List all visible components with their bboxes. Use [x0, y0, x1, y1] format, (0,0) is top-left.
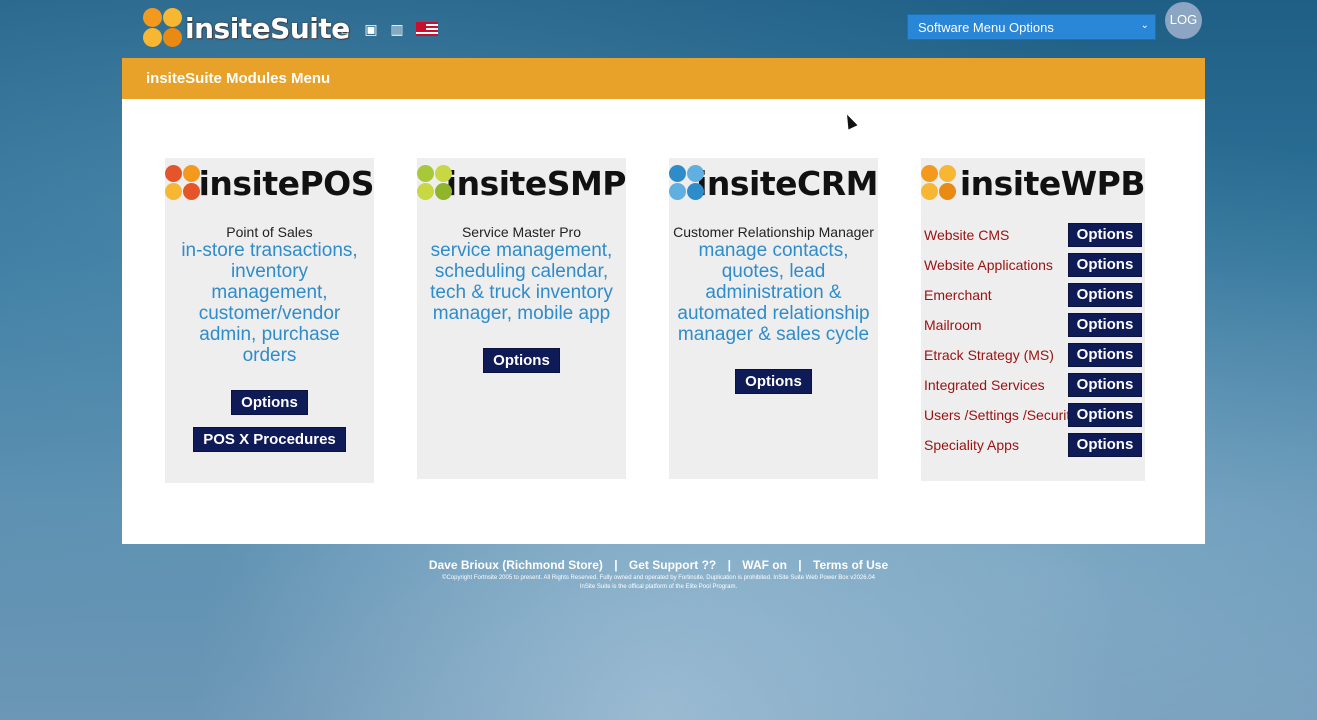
footer-waf-status[interactable]: WAF on — [742, 558, 787, 572]
footer-user-store[interactable]: Dave Brioux (Richmond Store) — [429, 558, 603, 572]
modules-panel: insiteSuite Modules Menu insitePOS Point… — [122, 58, 1205, 544]
home-icon[interactable]: ⌂ — [338, 22, 352, 36]
crm-description: manage contacts, quotes, lead administra… — [677, 240, 870, 345]
wpb-options-button[interactable]: Options — [1068, 283, 1142, 307]
wpb-options-button[interactable]: Options — [1068, 253, 1142, 277]
pos-description: in-store transactions, inventory managem… — [181, 240, 358, 366]
software-menu-select[interactable]: Software Menu Options ⌄ — [907, 14, 1156, 40]
panel-title: insiteSuite Modules Menu — [122, 58, 1205, 99]
wpb-item-label: Etrack Strategy (MS) — [924, 347, 1054, 363]
footer-platform-note: InSite Suite is the offical platform of … — [579, 584, 738, 590]
wpb-row: Mailroom Options — [921, 313, 1145, 337]
module-card-pos: insitePOS Point of Sales in-store transa… — [165, 158, 375, 483]
footer-separator: | — [727, 558, 731, 572]
wpb-row: Emerchant Options — [921, 283, 1145, 307]
footer-separator: | — [614, 558, 618, 572]
smp-petal-icon — [417, 165, 452, 201]
footer-copyright: ©Copyright Fortnsite 2005 to present. Al… — [442, 575, 875, 581]
smp-logo: insiteSMP — [417, 163, 627, 203]
module-card-wpb: insiteWPB Website CMS Options Website Ap… — [921, 158, 1146, 481]
pos-petal-icon — [165, 165, 200, 201]
log-button[interactable]: LOG — [1165, 2, 1202, 39]
smp-title: insiteSMP — [445, 163, 627, 203]
wpb-options-button[interactable]: Options — [1068, 433, 1142, 457]
flag-icon[interactable] — [416, 22, 438, 36]
wpb-logo: insiteWPB — [921, 163, 1146, 203]
footer-links: Dave Brioux (Richmond Store) | Get Suppo… — [0, 558, 1317, 572]
wpb-row: Website CMS Options — [921, 223, 1145, 247]
wpb-row: Integrated Services Options — [921, 373, 1145, 397]
wpb-petal-icon — [921, 165, 956, 201]
top-bar: insiteSuite ⌂ ▣ ▥ Software Menu Options … — [0, 0, 1317, 58]
pos-logo: insitePOS — [165, 163, 375, 203]
wpb-row: Speciality Apps Options — [921, 433, 1145, 457]
crm-title: insiteCRM — [696, 163, 878, 203]
wpb-row: Etrack Strategy (MS) Options — [921, 343, 1145, 367]
smp-subtitle: Service Master Pro — [461, 224, 582, 240]
inbox-icon[interactable]: ▣ — [364, 22, 378, 36]
footer-terms-link[interactable]: Terms of Use — [813, 558, 888, 572]
pos-procedures-button[interactable]: POS X Procedures — [193, 427, 346, 452]
crm-logo: insiteCRM — [669, 163, 878, 203]
wpb-item-label: Emerchant — [924, 287, 992, 303]
insitesuite-logo[interactable]: insiteSuite — [143, 8, 350, 48]
crm-options-button[interactable]: Options — [735, 369, 812, 394]
module-card-smp: insiteSMP Service Master Pro service man… — [417, 158, 627, 479]
module-card-crm: insiteCRM Customer Relationship Manager … — [669, 158, 878, 479]
wpb-item-label: Integrated Services — [924, 377, 1045, 393]
wpb-item-label: Website Applications — [924, 257, 1053, 273]
wpb-item-label: Users /Settings /Security — [924, 407, 1078, 423]
footer-support-link[interactable]: Get Support ?? — [629, 558, 716, 572]
wpb-options-button[interactable]: Options — [1068, 373, 1142, 397]
logo-text: insiteSuite — [185, 11, 350, 45]
wpb-row: Website Applications Options — [921, 253, 1145, 277]
wpb-row: Users /Settings /Security Options — [921, 403, 1145, 427]
building-icon[interactable]: ▥ — [390, 22, 404, 36]
crm-subtitle: Customer Relationship Manager — [673, 224, 874, 240]
footer: Dave Brioux (Richmond Store) | Get Suppo… — [0, 558, 1317, 590]
smp-description: service management, scheduling calendar,… — [430, 240, 613, 324]
wpb-options-button[interactable]: Options — [1068, 313, 1142, 337]
wpb-item-label: Mailroom — [924, 317, 982, 333]
wpb-options-button[interactable]: Options — [1068, 403, 1142, 427]
crm-petal-icon — [669, 165, 704, 201]
wpb-options-button[interactable]: Options — [1068, 343, 1142, 367]
smp-options-button[interactable]: Options — [483, 348, 560, 373]
software-menu-select-value: Software Menu Options — [918, 20, 1054, 35]
footer-separator: | — [798, 558, 802, 572]
wpb-options-button[interactable]: Options — [1068, 223, 1142, 247]
pos-subtitle: Point of Sales — [226, 224, 313, 240]
wpb-item-label: Speciality Apps — [924, 437, 1019, 453]
pos-title: insitePOS — [198, 163, 375, 203]
chevron-down-icon: ⌄ — [1140, 20, 1149, 31]
nav-icons: ⌂ ▣ ▥ — [338, 22, 438, 36]
wpb-title: insiteWPB — [959, 163, 1146, 203]
petal-logo-icon — [143, 8, 183, 48]
pos-options-button[interactable]: Options — [231, 390, 308, 415]
wpb-item-label: Website CMS — [924, 227, 1010, 243]
